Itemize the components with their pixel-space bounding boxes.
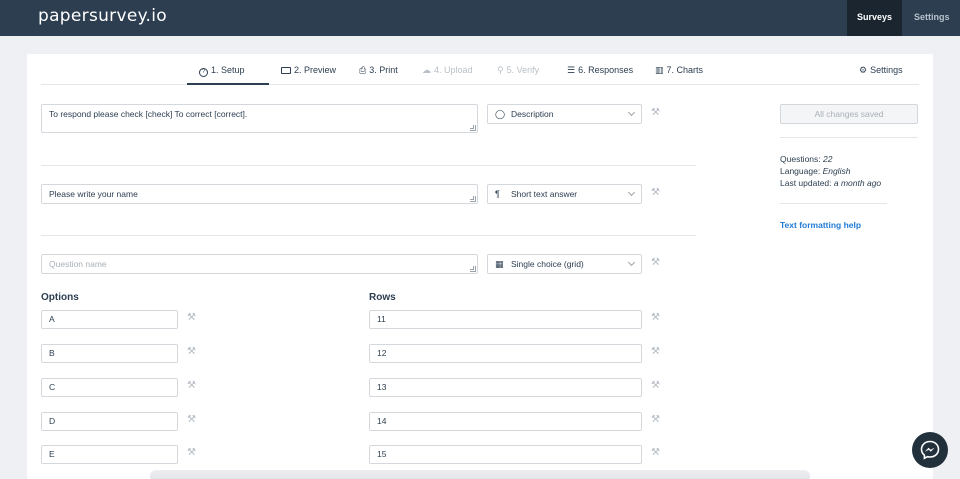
paragraph-icon: ¶	[495, 189, 500, 199]
wrench-icon[interactable]: ⚒	[187, 447, 196, 458]
sidebar-divider	[780, 137, 918, 138]
editor-card: ? 1. Setup 2. Preview ⎙ 3. Print ☁ 4. Uploa…	[27, 54, 933, 479]
cloud-upload-icon: ☁	[422, 65, 431, 75]
question-type-select[interactable]: ◯ Description	[487, 104, 642, 124]
wrench-icon[interactable]: ⚒	[651, 380, 660, 391]
wrench-icon[interactable]: ⚒	[651, 257, 660, 268]
language-info: Language: English	[780, 166, 851, 176]
wrench-icon[interactable]: ⚒	[651, 447, 660, 458]
chevron-down-icon	[627, 188, 636, 197]
row-input[interactable]: 15	[369, 445, 642, 464]
row-input[interactable]: 13	[369, 378, 642, 397]
option-input[interactable]: A	[41, 310, 178, 329]
bottom-toolbar-edge	[150, 470, 810, 479]
text-formatting-help-link[interactable]: Text formatting help	[780, 220, 861, 230]
resize-handle-icon[interactable]	[470, 125, 476, 131]
option-input[interactable]: E	[41, 445, 178, 464]
question-divider	[41, 235, 696, 236]
resize-handle-icon[interactable]	[470, 266, 476, 272]
wrench-icon[interactable]: ⚒	[651, 107, 660, 118]
rows-heading: Rows	[369, 292, 396, 303]
wrench-icon[interactable]: ⚒	[187, 414, 196, 425]
save-status-button[interactable]: All changes saved	[780, 104, 918, 124]
row-input[interactable]: 12	[369, 344, 642, 363]
option-input[interactable]: B	[41, 344, 178, 363]
resize-handle-icon[interactable]	[470, 196, 476, 202]
question-circle-icon: ?	[199, 68, 208, 77]
top-bar: papersurvey.io Surveys Settings	[0, 0, 960, 36]
top-nav: Surveys Settings	[847, 0, 960, 36]
nav-settings[interactable]: Settings	[902, 0, 960, 36]
nav-surveys[interactable]: Surveys	[847, 0, 902, 36]
wrench-icon[interactable]: ⚒	[187, 312, 196, 323]
step-upload: ☁ 4. Upload	[422, 65, 473, 75]
step-setup[interactable]: ? 1. Setup	[199, 65, 245, 77]
wrench-icon[interactable]: ⚒	[187, 380, 196, 391]
step-verify: ⚲ 5. Verify	[497, 65, 540, 75]
step-preview[interactable]: 2. Preview	[281, 65, 336, 75]
step-print[interactable]: ⎙ 3. Print	[359, 65, 398, 76]
wrench-icon[interactable]: ⚒	[651, 414, 660, 425]
gears-icon: ⚙	[859, 65, 868, 75]
question-type-select[interactable]: ¶ Short text answer	[487, 184, 642, 204]
option-input[interactable]: D	[41, 412, 178, 431]
speech-bubble-icon: ◯	[495, 109, 506, 119]
option-input[interactable]: C	[41, 378, 178, 397]
question-text-input[interactable]: Please write your name	[41, 184, 478, 204]
messenger-chat-button[interactable]	[912, 432, 948, 468]
chevron-down-icon	[627, 258, 636, 267]
questions-count: Questions: 22	[780, 154, 833, 164]
list-icon: ☰	[567, 65, 576, 75]
chevron-down-icon	[627, 108, 636, 117]
wrench-icon[interactable]: ⚒	[651, 346, 660, 357]
grid-icon: ▦	[495, 259, 504, 269]
settings-link[interactable]: ⚙ Settings	[859, 65, 903, 76]
row-input[interactable]: 14	[369, 412, 642, 431]
sidebar-divider	[780, 203, 887, 204]
question-type-select[interactable]: ▦ Single choice (grid)	[487, 254, 642, 274]
monitor-icon	[281, 67, 291, 74]
question-divider	[41, 165, 696, 166]
printer-icon: ⎙	[359, 65, 367, 75]
messenger-icon	[920, 440, 940, 460]
row-input[interactable]: 11	[369, 310, 642, 329]
bar-chart-icon: ▥	[655, 65, 664, 75]
wrench-icon[interactable]: ⚒	[651, 187, 660, 198]
user-check-icon: ⚲	[497, 65, 504, 75]
wrench-icon[interactable]: ⚒	[187, 346, 196, 357]
step-charts[interactable]: ▥ 7. Charts	[655, 65, 703, 76]
wrench-icon[interactable]: ⚒	[651, 312, 660, 323]
question-text-input[interactable]: To respond please check [check] To corre…	[41, 104, 478, 133]
steps-bar: ? 1. Setup 2. Preview ⎙ 3. Print ☁ 4. Uploa…	[41, 54, 919, 85]
question-name-input[interactable]: Question name	[41, 254, 478, 274]
app-logo[interactable]: papersurvey.io	[38, 6, 167, 26]
step-responses[interactable]: ☰ 6. Responses	[567, 65, 633, 76]
options-heading: Options	[41, 292, 79, 303]
active-step-indicator	[187, 83, 269, 85]
last-updated-info: Last updated: a month ago	[780, 178, 882, 188]
